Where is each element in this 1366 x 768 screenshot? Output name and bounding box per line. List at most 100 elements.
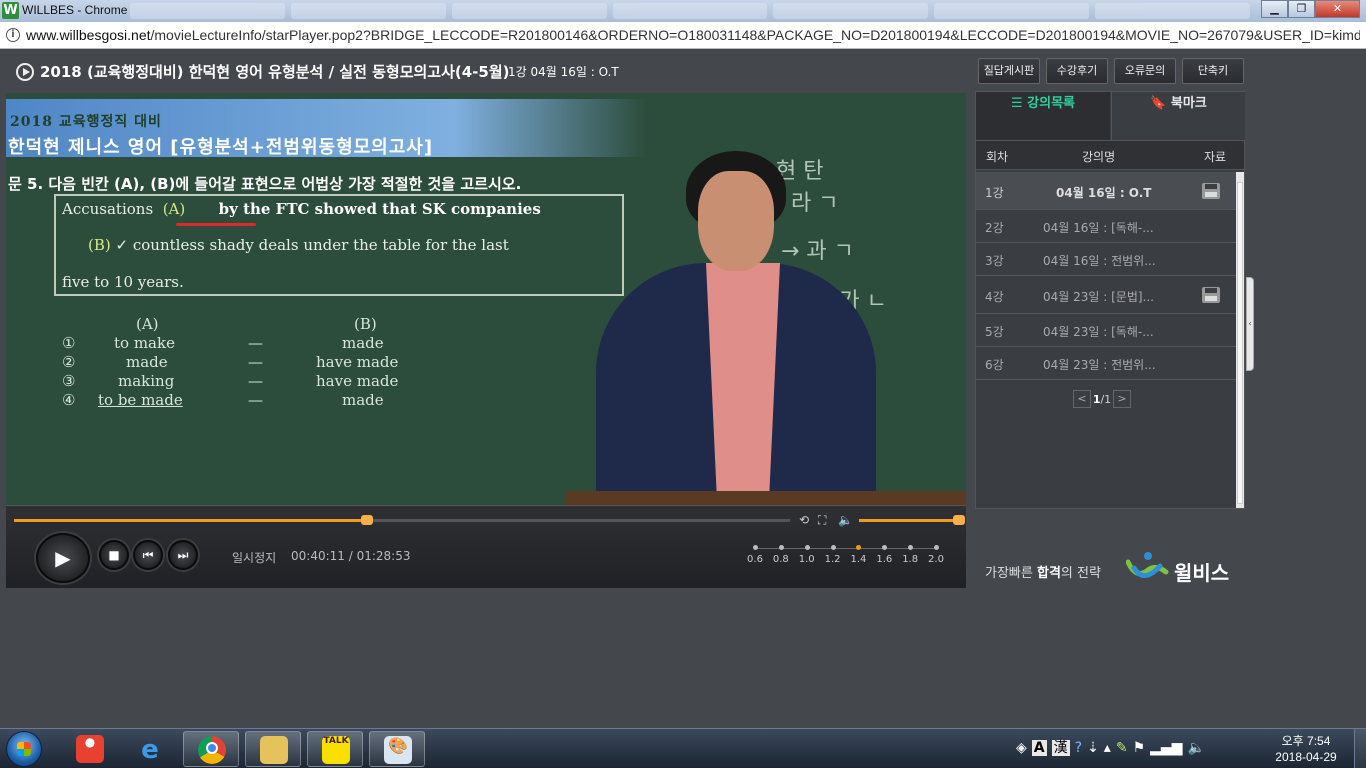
speaker-icon[interactable]: 🔈	[1187, 740, 1204, 756]
tray-expand-icon[interactable]: ▴	[1104, 740, 1111, 756]
show-desktop-button[interactable]	[1354, 729, 1366, 768]
next-page-button[interactable]: >	[1113, 390, 1131, 408]
option-b-text: made	[342, 334, 384, 352]
play-button[interactable]: ▶	[36, 533, 90, 583]
taskbar-app-internet-explorer[interactable]: e	[122, 731, 178, 767]
ime-mode-icon[interactable]: A	[1031, 740, 1047, 756]
page-indicator: 1/1	[1091, 393, 1113, 406]
hanja-icon[interactable]: 漢	[1051, 740, 1070, 756]
fullscreen-icon[interactable]: ⛶	[818, 513, 826, 528]
background-tab[interactable]	[934, 3, 1090, 19]
list-icon: ☰	[1010, 96, 1023, 111]
video-frame[interactable]: 2018 교육행정직 대비 한덕현 제니스 영어 [유형분석+전범위동형모의고사…	[6, 93, 966, 505]
system-clock[interactable]: 오후 7:54 2018-04-29	[1270, 733, 1342, 765]
speed-option-marker[interactable]	[778, 545, 784, 550]
lecture-row[interactable]: 6강 04월 23일 : 전범위...	[976, 347, 1236, 380]
speed-option-marker[interactable]	[908, 545, 914, 550]
repeat-icon[interactable]: ⟲	[799, 513, 809, 527]
sidebar-collapse-handle[interactable]: ‹	[1246, 277, 1254, 371]
taskbar-app-recorder[interactable]: ●	[62, 731, 118, 767]
speed-option-marker[interactable]	[804, 545, 810, 550]
network-icon[interactable]: ▂▄▆	[1150, 740, 1182, 756]
tab-lecture-list[interactable]: ☰ 강의목록	[976, 92, 1110, 140]
prev-page-button[interactable]: <	[1073, 390, 1091, 408]
volume-handle[interactable]	[953, 515, 965, 525]
sentence-fragment: by the FTC showed that SK companies	[218, 200, 541, 218]
speed-option-marker[interactable]	[830, 545, 836, 550]
sentence-word: Accusations	[62, 200, 154, 218]
address-bar[interactable]: i www.willbesgosi.net/movieLectureInfo/s…	[0, 22, 1366, 49]
error-report-button[interactable]: 오류문의	[1114, 58, 1176, 84]
background-tab[interactable]	[130, 3, 285, 19]
start-button[interactable]	[6, 731, 42, 767]
speed-option-marker[interactable]	[882, 545, 888, 550]
kakaotalk-icon: TALK	[322, 736, 350, 764]
volume-slider[interactable]	[859, 515, 965, 525]
lecture-subtitle: 1강 04월 16일 : O.T	[508, 65, 619, 79]
seek-handle[interactable]	[361, 515, 373, 525]
column-header: 자료	[1204, 150, 1227, 164]
option-number: ①	[62, 334, 76, 352]
next-button[interactable]: ⏭	[168, 540, 198, 570]
speed-option-marker[interactable]	[856, 545, 862, 550]
tab-bookmark[interactable]: 🔖 북마크	[1111, 92, 1245, 140]
lecture-row[interactable]: 1강 04월 16일 : O.T	[976, 172, 1236, 210]
speed-option-marker[interactable]	[753, 545, 758, 550]
stop-button[interactable]: ■	[99, 540, 129, 570]
speed-option-label[interactable]: 2.0	[921, 554, 951, 565]
maximize-button[interactable]: ❐	[1288, 0, 1315, 18]
player-controls: ⟲ ⛶ 🔈 ▶ ■ ⏮ ⏭ 일시정지 00:40:11 / 01:28:53 0…	[6, 505, 966, 588]
lecture-row[interactable]: 3강 04월 16일 : 전범위...	[976, 243, 1236, 276]
url-path: /movieLectureInfo/starPlayer.pop2?BRIDGE…	[150, 27, 1361, 43]
slogan-text: 가장빠른	[985, 566, 1037, 581]
background-tab[interactable]	[1095, 3, 1251, 19]
option-a-text: to make	[114, 334, 175, 352]
option-number: ④	[62, 391, 76, 409]
volume-icon[interactable]: 🔈	[838, 513, 853, 527]
close-window-button[interactable]: ✕	[1315, 0, 1360, 18]
taskbar-app-file-explorer[interactable]	[245, 731, 301, 767]
bookmark-icon: 🔖	[1150, 96, 1167, 111]
usb-icon[interactable]: ✎	[1116, 740, 1128, 756]
qna-board-button[interactable]: 질답게시판	[978, 58, 1040, 84]
sidebar-scrollbar[interactable]	[1236, 172, 1244, 508]
taskbar-app-kakaotalk[interactable]: TALK	[307, 731, 363, 767]
taskbar-app-chrome[interactable]	[183, 731, 239, 767]
url-text[interactable]: www.willbesgosi.net/movieLectureInfo/sta…	[26, 27, 1360, 43]
background-tab[interactable]	[612, 3, 768, 19]
instructor-face	[698, 171, 774, 271]
option-b-text: have made	[316, 372, 399, 390]
seek-progress	[14, 519, 367, 522]
background-tab[interactable]	[773, 3, 929, 19]
lecture-row[interactable]: 5강 04월 23일 : [독해-...	[976, 314, 1236, 347]
shortcut-keys-button[interactable]: 단축키	[1182, 58, 1244, 84]
language-bar-icon[interactable]: ◈	[1016, 740, 1027, 756]
lecture-number: 2강	[985, 221, 1004, 235]
speed-option-marker[interactable]	[934, 545, 939, 550]
willbes-logo-icon	[1126, 552, 1169, 578]
option-dash: —	[248, 372, 263, 390]
internet-explorer-icon: e	[141, 735, 159, 765]
ime-options-icon[interactable]: ⇣	[1087, 740, 1099, 756]
info-icon[interactable]: i	[6, 28, 20, 42]
taskbar-app-paint[interactable]: 🎨	[369, 731, 425, 767]
previous-button[interactable]: ⏮	[133, 540, 163, 570]
action-center-icon[interactable]: ⚑	[1133, 740, 1146, 756]
background-tab[interactable]	[290, 3, 446, 19]
download-file-icon[interactable]	[1202, 183, 1220, 199]
seek-bar[interactable]	[14, 515, 790, 525]
background-tab[interactable]	[451, 3, 607, 19]
lecture-row[interactable]: 4강 04월 23일 : [문법]...	[976, 276, 1236, 314]
slogan-text: 의 전략	[1060, 566, 1101, 581]
lecture-row[interactable]: 2강 04월 16일 : [독해-...	[976, 210, 1236, 243]
sentence-line-2: (B) ✓ countless shady deals under the ta…	[88, 236, 509, 254]
scrollbar-thumb[interactable]	[1237, 182, 1243, 504]
course-review-button[interactable]: 수강후기	[1046, 58, 1108, 84]
help-icon[interactable]: ?	[1075, 740, 1082, 756]
play-circle-icon	[16, 63, 34, 81]
banner-title: 한덕현 제니스 영어 [유형분석+전범위동형모의고사]	[8, 137, 434, 158]
lecture-number: 5강	[985, 325, 1004, 339]
minimize-button[interactable]: ▁	[1261, 0, 1288, 18]
blank-b: (B)	[88, 236, 111, 254]
download-file-icon[interactable]	[1202, 287, 1220, 303]
